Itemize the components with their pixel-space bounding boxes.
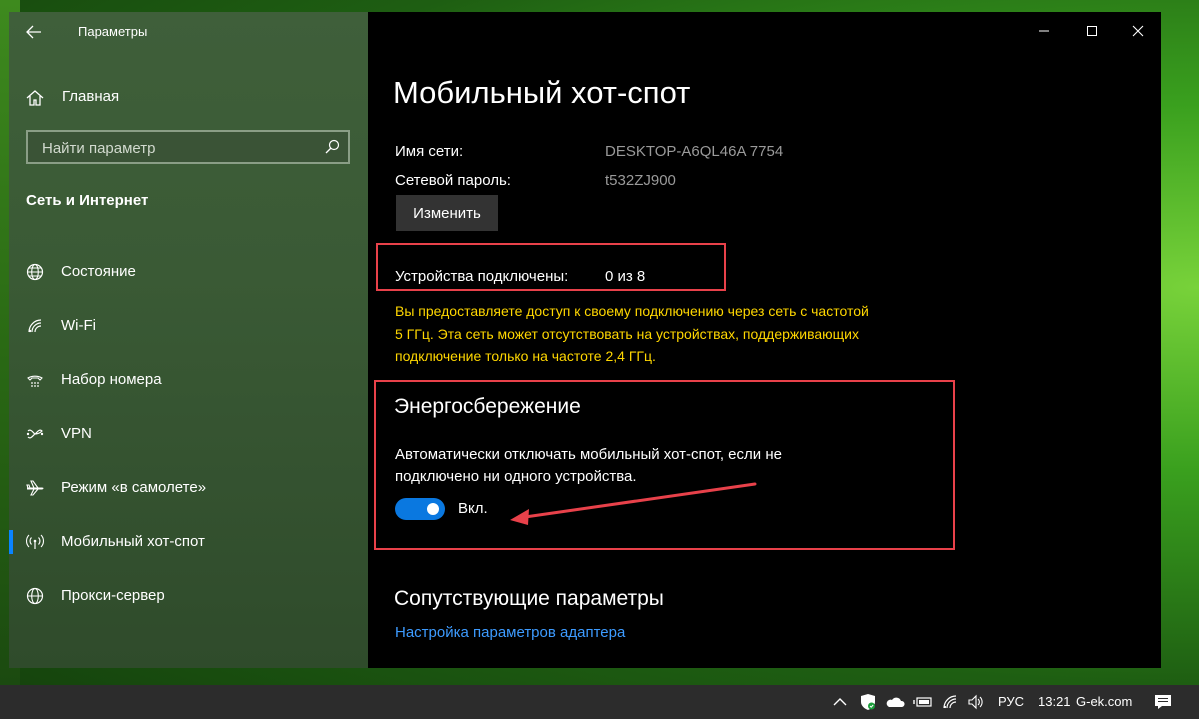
warning-text: Вы предоставляете доступ к своему подклю…: [395, 303, 869, 364]
toggle-knob: [427, 503, 439, 515]
sidebar-item-dialup[interactable]: Набор номера: [9, 360, 368, 400]
main-content: Мобильный хот-спот Имя сети: DESKTOP-A6Q…: [368, 12, 1161, 668]
maximize-button[interactable]: [1069, 18, 1115, 44]
sidebar-item-airplane[interactable]: Режим «в самолете»: [9, 468, 368, 508]
cloud-icon: [886, 697, 905, 707]
search-input[interactable]: [40, 138, 314, 158]
devices-connected-label: Устройства подключены:: [395, 268, 569, 285]
sidebar-item-proxy[interactable]: Прокси-сервер: [9, 576, 368, 616]
energy-saving-title: Энергосбережение: [394, 395, 581, 418]
clock[interactable]: 13:21: [1038, 694, 1071, 709]
sidebar-item-label: Мобильный хот-спот: [61, 533, 205, 550]
sidebar-item-label: Режим «в самолете»: [61, 479, 207, 496]
chevron-up-icon: [833, 698, 847, 706]
wifi-icon: [28, 319, 42, 333]
related-settings-title: Сопутствующие параметры: [394, 587, 664, 610]
globe-status-icon: [26, 263, 44, 281]
sidebar-item-status[interactable]: Состояние: [9, 252, 368, 292]
search-icon[interactable]: [324, 139, 340, 155]
action-center-button[interactable]: [1152, 693, 1174, 711]
taskbar: РУС 13:21 G-ek.com: [0, 685, 1199, 719]
language-indicator[interactable]: РУС: [998, 694, 1024, 709]
devices-connected-value: 0 из 8: [605, 268, 646, 285]
settings-window: Параметры Главная Сеть и Интернет: [9, 12, 1161, 668]
speaker-icon: [968, 694, 983, 710]
maximize-icon: [1087, 26, 1097, 36]
network-name-label: Имя сети:: [395, 143, 464, 160]
globe-icon: [26, 587, 44, 605]
sidebar-item-label: Прокси-сервер: [61, 587, 165, 604]
battery-tray-button[interactable]: [912, 693, 934, 711]
energy-saving-toggle[interactable]: [395, 498, 445, 520]
network-tray-button[interactable]: [940, 693, 960, 711]
battery-icon: [913, 697, 932, 707]
sidebar-item-hotspot[interactable]: Мобильный хот-спот: [9, 522, 368, 562]
section-title: Сеть и Интернет: [26, 192, 149, 209]
sidebar-item-label: VPN: [61, 425, 92, 442]
volume-tray-button[interactable]: [966, 693, 986, 711]
security-tray-button[interactable]: [858, 693, 878, 711]
sidebar-item-label: Wi-Fi: [61, 317, 96, 334]
shield-icon: [861, 694, 875, 710]
home-icon: [26, 90, 44, 106]
dialup-icon: [27, 375, 43, 387]
annotation-arrow-icon: [510, 482, 757, 525]
sidebar-item-wifi[interactable]: Wi-Fi: [9, 306, 368, 346]
watermark-text: G-ek.com: [1076, 694, 1133, 709]
app-title: Параметры: [78, 24, 148, 39]
close-button[interactable]: [1115, 18, 1161, 44]
close-icon: [1132, 25, 1144, 37]
change-button[interactable]: Изменить: [396, 195, 498, 231]
notification-icon: [1155, 695, 1171, 709]
hotspot-icon: [25, 534, 45, 549]
active-indicator: [9, 530, 13, 554]
network-name-value: DESKTOP-A6QL46A 7754: [605, 143, 784, 160]
wifi-icon: [943, 695, 957, 709]
title-bar: Параметры: [9, 12, 368, 52]
adapter-settings-link[interactable]: Настройка параметров адаптера: [395, 624, 625, 641]
sidebar-item-label: Главная: [62, 88, 120, 105]
back-button[interactable]: [23, 22, 45, 42]
sidebar-item-vpn[interactable]: VPN: [9, 414, 368, 454]
sidebar-item-label: Набор номера: [61, 371, 162, 388]
sidebar-item-label: Состояние: [61, 263, 136, 280]
page-title: Мобильный хот-спот: [393, 75, 691, 110]
show-hidden-icons-button[interactable]: [832, 693, 848, 711]
onedrive-tray-button[interactable]: [884, 693, 906, 711]
search-box[interactable]: [26, 130, 350, 164]
back-arrow-icon: [26, 25, 41, 39]
vpn-icon: [26, 429, 44, 439]
minimize-icon: [1039, 30, 1049, 32]
airplane-icon: [26, 480, 44, 496]
toggle-state-label: Вкл.: [458, 500, 488, 517]
sidebar: Параметры Главная Сеть и Интернет: [9, 12, 368, 668]
sidebar-item-home[interactable]: Главная: [9, 84, 368, 112]
password-label: Сетевой пароль:: [395, 172, 511, 189]
minimize-button[interactable]: [1021, 18, 1067, 44]
password-value: t532ZJ900: [605, 172, 676, 189]
